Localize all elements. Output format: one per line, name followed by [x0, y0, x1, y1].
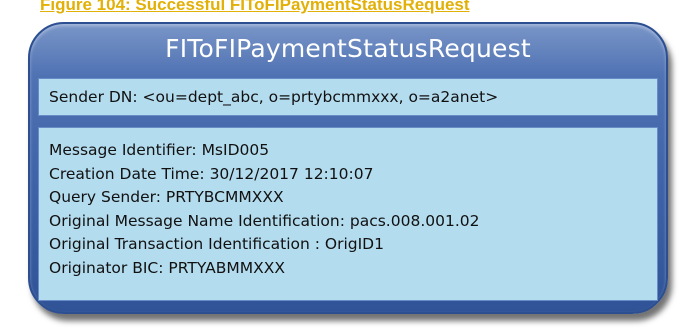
detail-message-identifier: Message Identifier: MsID005: [49, 141, 270, 159]
detail-query-sender: Query Sender: PRTYBCMMXXX: [49, 188, 284, 206]
sender-dn-text: Sender DN: <ou=dept_abc, o=prtybcmmxxx, …: [49, 88, 499, 106]
message-title: FIToFIPaymentStatusRequest: [165, 34, 531, 63]
figure-caption-text: Successful FIToFIPaymentStatusRequest: [130, 0, 470, 14]
detail-original-message-name: Original Message Name Identification: pa…: [49, 211, 480, 230]
detail-originator-bic: Originator BIC: PRTYABMMXXX: [49, 258, 285, 277]
message-details-panel: Message Identifier: MsID005 Creation Dat…: [38, 127, 658, 301]
sender-dn-panel: Sender DN: <ou=dept_abc, o=prtybcmmxxx, …: [38, 78, 658, 116]
figure-number: Figure 104:: [40, 0, 131, 14]
detail-original-transaction-id: Original Transaction Identification : Or…: [49, 235, 384, 253]
figure-caption: Figure 104: Successful FIToFIPaymentStat…: [40, 0, 691, 16]
message-box: FIToFIPaymentStatusRequest Sender DN: <o…: [28, 22, 668, 314]
detail-creation-date-time: Creation Date Time: 30/12/2017 12:10:07: [49, 164, 374, 183]
